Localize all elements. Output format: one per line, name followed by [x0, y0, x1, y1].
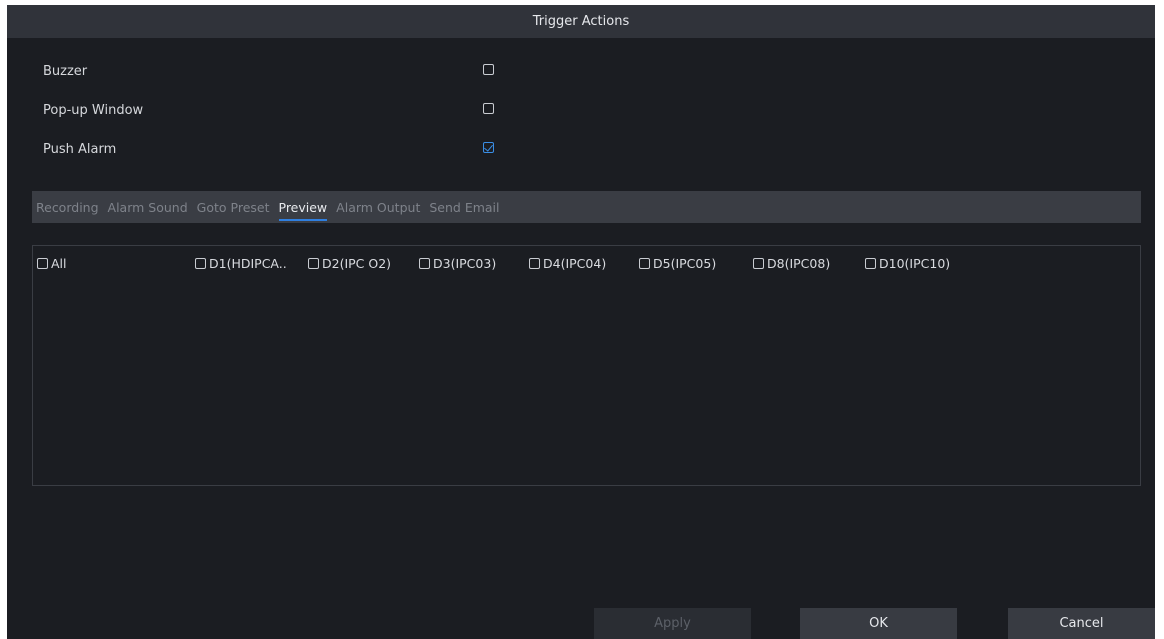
- channel-d1-label: D1(HDIPCA..: [209, 256, 287, 271]
- push-alarm-checkbox[interactable]: [483, 142, 494, 153]
- channel-d4-label: D4(IPC04): [543, 256, 607, 271]
- channel-option-d1[interactable]: D1(HDIPCA..: [195, 256, 287, 271]
- tab-goto-preset[interactable]: Goto Preset: [197, 200, 270, 215]
- buzzer-checkbox[interactable]: [483, 64, 494, 75]
- trigger-actions-dialog: Trigger Actions Buzzer Pop-up Window Pus…: [7, 5, 1155, 639]
- channel-d2-label: D2(IPC O2): [322, 256, 392, 271]
- preview-channel-panel: All D1(HDIPCA.. D2(IPC O2) D3(IPC03) D4(…: [32, 245, 1141, 486]
- tab-send-email[interactable]: Send Email: [429, 200, 499, 215]
- channel-d10-checkbox[interactable]: [865, 258, 876, 269]
- cancel-button[interactable]: Cancel: [1008, 608, 1155, 639]
- channel-d3-label: D3(IPC03): [433, 256, 497, 271]
- push-alarm-label: Push Alarm: [43, 142, 117, 157]
- channel-option-d3[interactable]: D3(IPC03): [419, 256, 496, 271]
- channel-d5-label: D5(IPC05): [653, 256, 717, 271]
- channel-d5-checkbox[interactable]: [639, 258, 650, 269]
- ok-button[interactable]: OK: [800, 608, 957, 639]
- dialog-titlebar: Trigger Actions: [7, 5, 1155, 38]
- channel-d2-checkbox[interactable]: [308, 258, 319, 269]
- channel-option-d4[interactable]: D4(IPC04): [529, 256, 606, 271]
- channel-d4-checkbox[interactable]: [529, 258, 540, 269]
- option-row-buzzer: Buzzer: [43, 61, 523, 85]
- tab-recording[interactable]: Recording: [36, 200, 99, 215]
- option-row-popup-window: Pop-up Window: [43, 100, 523, 124]
- channel-d8-checkbox[interactable]: [753, 258, 764, 269]
- channel-option-d2[interactable]: D2(IPC O2): [308, 256, 391, 271]
- tab-alarm-sound[interactable]: Alarm Sound: [108, 200, 188, 215]
- channel-d8-label: D8(IPC08): [767, 256, 831, 271]
- channel-d3-checkbox[interactable]: [419, 258, 430, 269]
- channel-d1-checkbox[interactable]: [195, 258, 206, 269]
- channel-option-d10[interactable]: D10(IPC10): [865, 256, 950, 271]
- apply-button[interactable]: Apply: [594, 608, 751, 639]
- channel-option-d5[interactable]: D5(IPC05): [639, 256, 716, 271]
- dialog-title: Trigger Actions: [532, 14, 630, 29]
- action-tabs: Recording Alarm Sound Goto Preset Previe…: [32, 191, 1141, 223]
- buzzer-label: Buzzer: [43, 64, 88, 79]
- channel-all-checkbox[interactable]: [37, 258, 48, 269]
- option-row-push-alarm: Push Alarm: [43, 139, 523, 163]
- tab-preview[interactable]: Preview: [278, 200, 327, 221]
- channel-d10-label: D10(IPC10): [879, 256, 951, 271]
- tab-alarm-output[interactable]: Alarm Output: [336, 200, 420, 215]
- channel-option-all[interactable]: All: [37, 256, 67, 271]
- channel-all-label: All: [51, 256, 67, 271]
- popup-window-label: Pop-up Window: [43, 103, 144, 118]
- popup-window-checkbox[interactable]: [483, 103, 494, 114]
- channel-option-d8[interactable]: D8(IPC08): [753, 256, 830, 271]
